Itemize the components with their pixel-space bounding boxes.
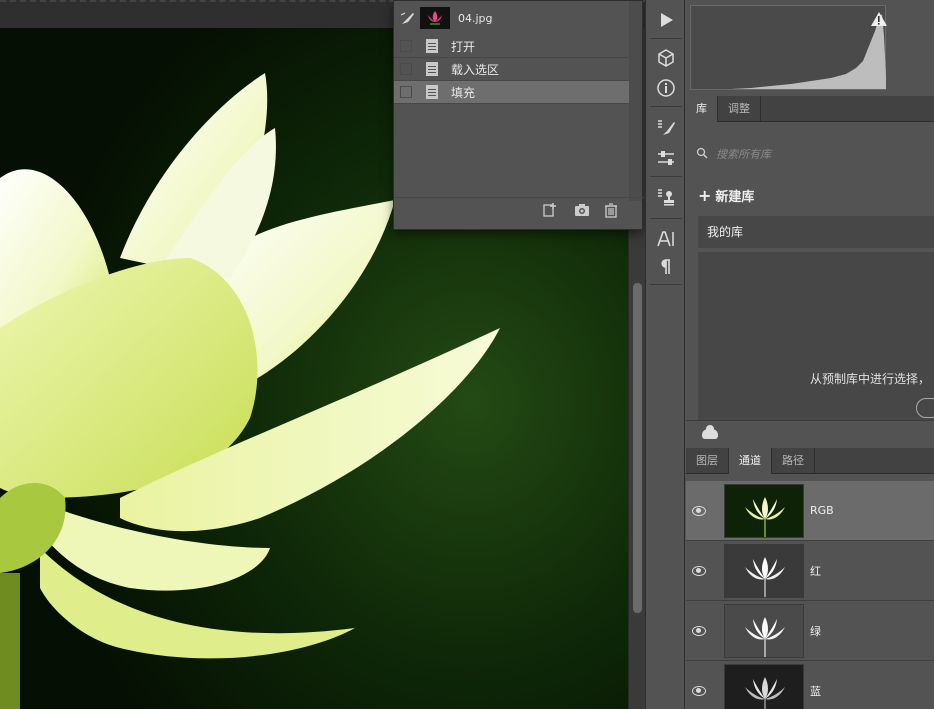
layers-tabbar: 图层 通道 路径 <box>686 448 934 474</box>
info-icon[interactable] <box>655 77 677 99</box>
visibility-eye-icon[interactable] <box>692 566 706 576</box>
document-icon <box>426 62 438 76</box>
trash-icon[interactable] <box>603 202 619 218</box>
history-step-label: 填充 <box>451 85 476 100</box>
new-library-button[interactable]: + 新建库 <box>698 186 754 205</box>
search-input[interactable]: 搜索所有库 <box>716 146 771 162</box>
histogram-panel <box>690 5 887 90</box>
3d-cube-icon[interactable] <box>655 47 677 69</box>
channel-row-blue[interactable]: 蓝 <box>686 661 934 709</box>
visibility-eye-icon[interactable] <box>692 686 706 696</box>
brush-settings-icon[interactable] <box>655 117 677 139</box>
channel-name: 蓝 <box>810 684 821 698</box>
plus-icon: + <box>698 186 712 205</box>
tab-layers[interactable]: 图层 <box>686 448 729 474</box>
history-step[interactable]: 打开 <box>394 35 629 58</box>
adjustments-sliders-icon[interactable] <box>655 147 677 169</box>
channel-row-red[interactable]: 红 <box>686 541 934 601</box>
tab-libraries[interactable]: 库 <box>686 96 718 122</box>
new-document-from-state-icon[interactable] <box>542 202 558 218</box>
history-checkbox[interactable] <box>400 63 412 75</box>
scroll-thumb[interactable] <box>633 283 642 613</box>
library-action-button[interactable] <box>916 398 934 418</box>
snapshot-thumbnail <box>420 7 450 29</box>
photoshop-window: 04.jpg 打开 载入选区 填充 库 调整 搜索所有库 + 新建库 我的库 从… <box>0 0 934 709</box>
history-brush-icon[interactable] <box>400 10 416 26</box>
divider <box>650 176 682 177</box>
my-library-item[interactable]: 我的库 <box>698 216 934 248</box>
channel-thumbnail <box>724 483 804 538</box>
cloud-icon[interactable] <box>702 425 718 439</box>
divider <box>650 106 682 107</box>
tab-adjustments[interactable]: 调整 <box>718 96 761 122</box>
visibility-eye-icon[interactable] <box>692 626 706 636</box>
history-checkbox[interactable] <box>400 40 412 52</box>
library-search[interactable]: 搜索所有库 <box>696 145 932 163</box>
channel-row-rgb[interactable]: RGB <box>686 481 934 541</box>
divider <box>650 38 682 39</box>
visibility-eye-icon[interactable] <box>692 506 706 516</box>
new-library-label: 新建库 <box>715 190 755 205</box>
history-step-label: 打开 <box>451 39 476 54</box>
snapshot-name: 04.jpg <box>458 11 493 25</box>
library-hint: 从预制库中进行选择， <box>809 372 930 386</box>
actions-play-icon[interactable] <box>655 9 677 31</box>
history-step-selected[interactable]: 填充 <box>394 81 629 104</box>
history-step-label: 载入选区 <box>451 62 500 77</box>
panel-icon-strip <box>645 0 685 709</box>
channel-thumbnail <box>724 663 804 709</box>
channel-row-green[interactable]: 绿 <box>686 601 934 661</box>
library-status-bar <box>686 420 934 448</box>
history-toolbar <box>394 197 644 223</box>
channel-thumbnail <box>724 603 804 658</box>
histogram-graph <box>691 12 887 89</box>
tab-paths[interactable]: 路径 <box>772 448 815 474</box>
search-icon <box>696 147 708 162</box>
character-icon[interactable] <box>655 228 677 250</box>
history-panel: 04.jpg 打开 载入选区 填充 <box>393 0 644 230</box>
right-panel-dock: 库 调整 搜索所有库 +新建库 我的库 从预制库中进行选择， 图层 通道 路径 <box>686 0 934 709</box>
camera-icon[interactable] <box>574 202 590 218</box>
history-scrollbar[interactable] <box>629 1 642 201</box>
history-step[interactable]: 载入选区 <box>394 58 629 81</box>
tab-channels[interactable]: 通道 <box>729 448 772 474</box>
fill-icon <box>426 85 438 99</box>
channel-name: RGB <box>810 504 834 517</box>
channel-name: 红 <box>810 564 821 578</box>
document-icon <box>426 39 438 53</box>
paragraph-icon[interactable] <box>655 256 677 278</box>
library-content: 从预制库中进行选择， <box>698 252 934 420</box>
history-snapshot[interactable]: 04.jpg <box>394 4 629 32</box>
channel-thumbnail <box>724 543 804 598</box>
channel-name: 绿 <box>810 624 821 638</box>
libraries-tabbar: 库 调整 <box>686 96 934 122</box>
divider <box>650 218 682 219</box>
history-checkbox[interactable] <box>400 86 412 98</box>
clone-source-stamp-icon[interactable] <box>655 186 677 208</box>
divider <box>650 284 682 285</box>
